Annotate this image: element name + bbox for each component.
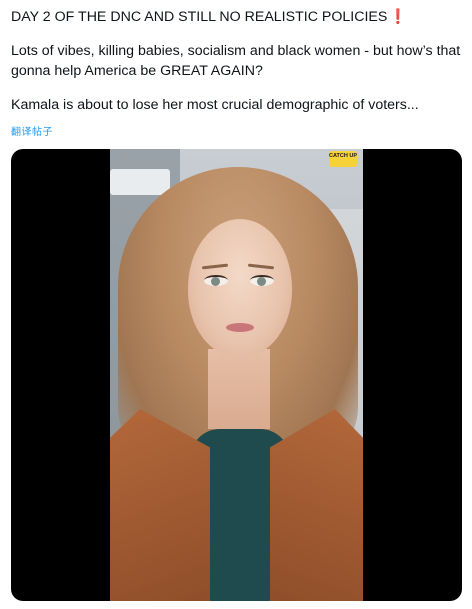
exclamation-emoji-icon: ❗ <box>389 9 407 25</box>
video-frame[interactable]: CATCH UP <box>110 149 363 601</box>
catch-up-badge: CATCH UP <box>329 151 357 167</box>
air-conditioner-image <box>110 169 170 195</box>
left-eye <box>204 275 228 286</box>
post-headline: DAY 2 OF THE DNC AND STILL NO REALISTIC … <box>11 7 467 27</box>
right-eye <box>250 275 274 286</box>
person-lips <box>226 323 254 332</box>
left-eyebrow <box>201 263 229 270</box>
post-paragraph-3: Kamala is about to lose her most crucial… <box>11 97 419 113</box>
person-face-image <box>188 219 292 357</box>
tweet-post: DAY 2 OF THE DNC AND STILL NO REALISTIC … <box>0 0 472 609</box>
video-player[interactable]: CATCH UP <box>11 149 462 601</box>
left-iris <box>211 277 220 286</box>
post-body: DAY 2 OF THE DNC AND STILL NO REALISTIC … <box>11 7 467 129</box>
translate-post-link[interactable]: 翻译帖子 <box>11 123 53 138</box>
person-neck-image <box>208 349 270 429</box>
post-headline-text: DAY 2 OF THE DNC AND STILL NO REALISTIC … <box>11 9 388 25</box>
post-paragraph-2: Lots of vibes, killing babies, socialism… <box>11 43 461 79</box>
right-iris <box>257 277 266 286</box>
right-eyebrow <box>247 263 275 270</box>
